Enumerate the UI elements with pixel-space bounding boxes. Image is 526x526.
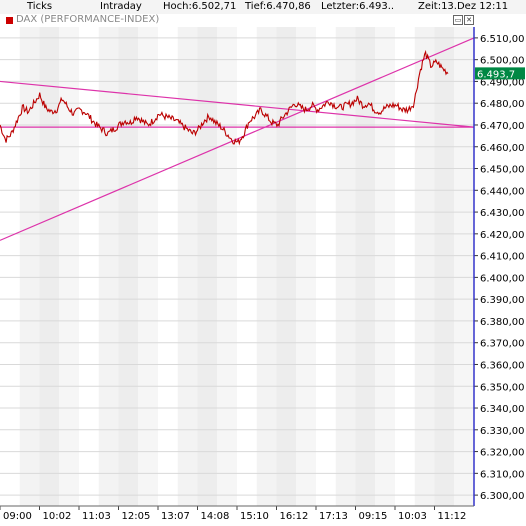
- y-tick-label: 6.420,00: [480, 230, 525, 241]
- time-band: [118, 27, 139, 506]
- time-band: [276, 27, 297, 506]
- y-tick-label: 6.380,00: [480, 317, 525, 328]
- y-tick-label: 6.340,00: [480, 404, 525, 415]
- time-band: [335, 27, 356, 506]
- time-band: [375, 27, 395, 506]
- x-tick-label: 09:00: [3, 511, 32, 522]
- time-band: [414, 27, 435, 506]
- y-tick-label: 6.300,00: [480, 491, 525, 502]
- y-tick-label: 6.400,00: [480, 273, 525, 284]
- y-tick-label: 6.440,00: [480, 186, 525, 197]
- chart-area: 6.300,00 6.310,00 6.320,00 6.330,00 6.340,00…: [0, 27, 525, 522]
- y-tick-label: 6.310,00: [480, 469, 525, 480]
- x-tick-label: 10:02: [43, 511, 72, 522]
- x-tick-label: 11:03: [82, 511, 111, 522]
- time-band: [434, 27, 455, 506]
- time-band: [39, 27, 60, 506]
- y-tick-label: 6.500,00: [480, 56, 525, 67]
- x-tick-label: 14:08: [201, 511, 230, 522]
- x-tick-label: 15:10: [240, 511, 269, 522]
- y-tick-label: 6.430,00: [480, 208, 525, 219]
- y-tick-label: 6.360,00: [480, 360, 525, 371]
- x-tick-label: 09:15: [359, 511, 388, 522]
- y-tick-label: 6.370,00: [480, 339, 525, 350]
- x-tick-label: 11:12: [438, 511, 467, 522]
- y-tick-label: 6.350,00: [480, 382, 525, 393]
- time-band: [256, 27, 277, 506]
- x-tick-label: 12:05: [122, 511, 151, 522]
- y-tick-label: 6.320,00: [480, 448, 525, 459]
- time-band: [197, 27, 218, 506]
- x-tick-label: 17:13: [319, 511, 348, 522]
- last-value-badge-group: 6.493,7: [475, 67, 525, 80]
- time-band: [98, 27, 119, 506]
- y-tick-label: 6.450,00: [480, 165, 525, 176]
- x-axis: 09:00 10:02 11:03 12:05 13:07 14:08 15:10 16:12…: [0, 505, 474, 522]
- time-band: [59, 27, 79, 506]
- time-band: [138, 27, 158, 506]
- y-tick-label: 6.480,00: [480, 99, 525, 110]
- y-tick-label: 6.460,00: [480, 143, 525, 154]
- y-tick-label: 6.470,00: [480, 121, 525, 132]
- time-band: [454, 27, 474, 506]
- x-tick-label: 10:03: [398, 511, 427, 522]
- time-band: [217, 27, 237, 506]
- time-band: [296, 27, 316, 506]
- time-bands: [19, 27, 474, 506]
- y-tick-label: 6.330,00: [480, 426, 525, 437]
- last-value-badge-label: 6.493,7: [477, 69, 515, 80]
- y-tick-label: 6.410,00: [480, 252, 525, 263]
- y-tick-label: 6.510,00: [480, 34, 525, 45]
- x-tick-label: 16:12: [280, 511, 309, 522]
- y-tick-label: 6.390,00: [480, 295, 525, 306]
- y-axis: 6.300,00 6.310,00 6.320,00 6.330,00 6.340,00…: [473, 27, 525, 506]
- x-tick-label: 13:07: [161, 511, 190, 522]
